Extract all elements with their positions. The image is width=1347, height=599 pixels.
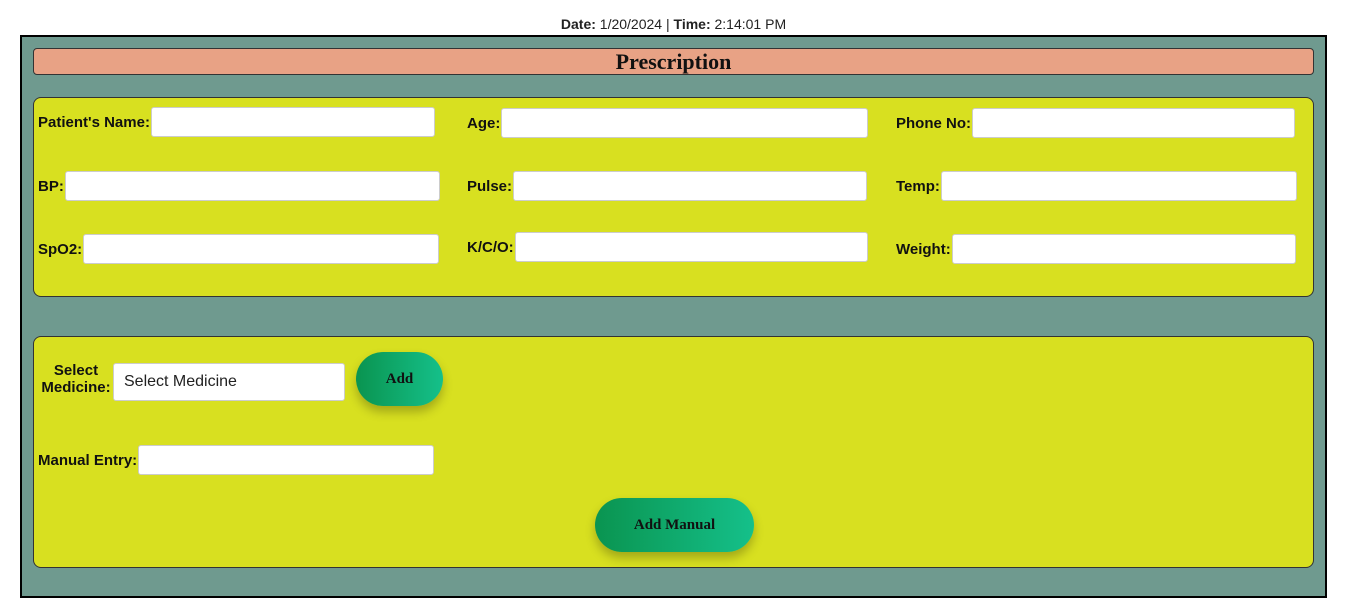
time-value: 2:14:01 PM [714, 16, 787, 32]
age-label: Age: [467, 114, 501, 132]
weight-input[interactable] [951, 234, 1296, 264]
medicine-select[interactable]: Select Medicine [113, 363, 345, 401]
pulse-label: Pulse: [467, 177, 513, 195]
weight-field: Weight: [896, 234, 1296, 264]
age-field: Age: [467, 108, 869, 138]
patient-name-field: Patient's Name: [38, 107, 435, 137]
bp-input[interactable] [64, 171, 440, 201]
prescription-frame: Prescription Patient's Name: Age: Phone … [20, 35, 1327, 598]
pulse-input[interactable] [513, 171, 868, 201]
age-input[interactable] [501, 108, 869, 138]
phone-label: Phone No: [896, 114, 971, 132]
kco-field: K/C/O: [467, 232, 868, 262]
temp-field: Temp: [896, 171, 1297, 201]
patient-name-label: Patient's Name: [38, 113, 150, 131]
spo2-input[interactable] [83, 234, 440, 264]
weight-label: Weight: [896, 240, 951, 258]
temp-label: Temp: [896, 177, 940, 195]
manual-entry-input[interactable] [138, 445, 435, 475]
phone-field: Phone No: [896, 108, 1295, 138]
page-title: Prescription [33, 48, 1314, 75]
add-button[interactable]: Add [356, 352, 443, 406]
spo2-field: SpO2: [38, 234, 440, 264]
spo2-label: SpO2: [38, 240, 83, 258]
time-label: Time: [673, 16, 711, 32]
bp-field: BP: [38, 171, 440, 201]
phone-input[interactable] [972, 108, 1295, 138]
bp-label: BP: [38, 177, 64, 195]
separator: | [665, 16, 670, 32]
kco-input[interactable] [514, 232, 868, 262]
manual-entry-label: Manual Entry: [38, 451, 138, 469]
date-label: Date: [560, 16, 596, 32]
manual-entry-field: Manual Entry: [38, 445, 435, 475]
add-manual-button[interactable]: Add Manual [595, 498, 754, 552]
date-value: 1/20/2024 [599, 16, 663, 32]
patient-name-input[interactable] [150, 107, 435, 137]
vitals-panel: Patient's Name: Age: Phone No: BP: Pulse… [33, 97, 1314, 297]
temp-input[interactable] [940, 171, 1297, 201]
kco-label: K/C/O: [467, 238, 514, 256]
date-time-bar: Date: 1/20/2024 | Time: 2:14:01 PM [0, 16, 1347, 32]
select-medicine-label: Select Medicine: [41, 362, 111, 396]
medicine-panel: Select Medicine: Select Medicine Add Man… [33, 336, 1314, 568]
pulse-field: Pulse: [467, 171, 868, 201]
